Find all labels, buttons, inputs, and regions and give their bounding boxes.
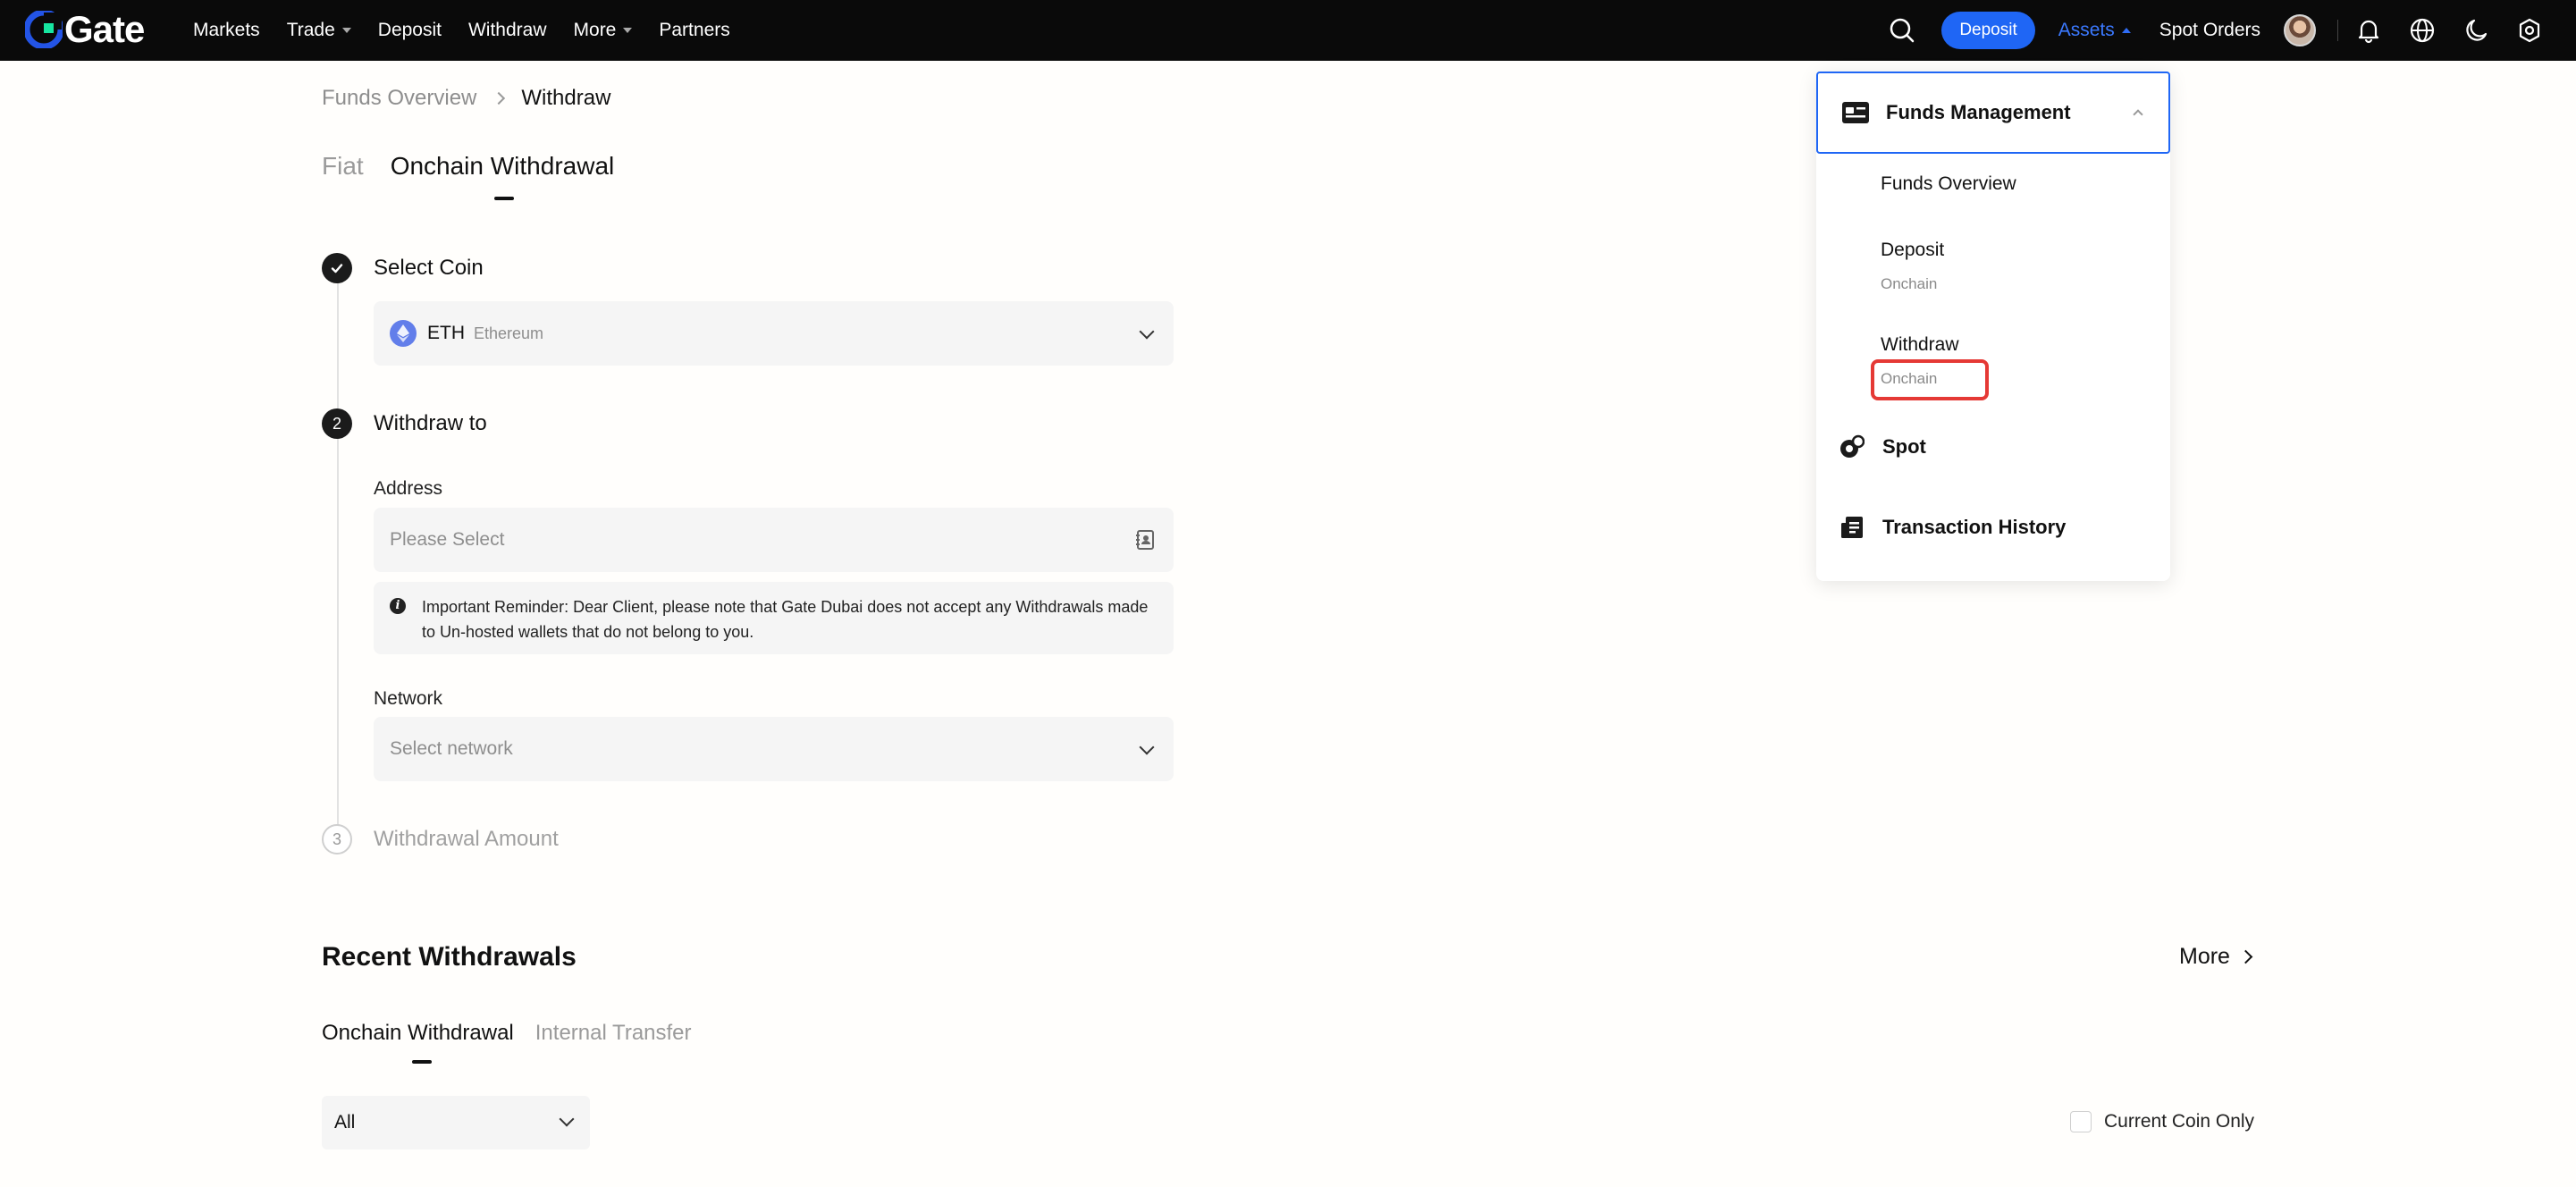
spot-coins-icon (1840, 434, 1865, 458)
recent-tabs: Onchain Withdrawal Internal Transfer (322, 1021, 692, 1046)
chevron-down-icon (1139, 324, 1155, 340)
tab-onchain-withdrawal[interactable]: Onchain Withdrawal (391, 152, 615, 181)
breadcrumb: Funds Overview Withdraw (322, 86, 610, 111)
chevron-down-icon (1139, 739, 1155, 755)
tab-internal-transfer[interactable]: Internal Transfer (535, 1021, 692, 1046)
nav-markets[interactable]: Markets (193, 20, 260, 41)
chevron-right-icon (2238, 949, 2253, 964)
network-label: Network (374, 688, 443, 709)
step-1-check-icon (322, 253, 352, 283)
nav-partners-label: Partners (659, 20, 730, 40)
logo-text: Gate (64, 8, 145, 50)
important-reminder: i Important Reminder: Dear Client, pleas… (374, 582, 1174, 654)
address-label: Address (374, 478, 443, 499)
assets-dropdown-panel: Funds Management Funds Overview Deposit … (1816, 72, 2170, 581)
moon-icon[interactable] (2462, 16, 2490, 45)
menu-withdraw[interactable]: Withdraw (1881, 334, 1959, 356)
spot-orders-link[interactable]: Spot Orders (2159, 20, 2260, 41)
tab-fiat[interactable]: Fiat (322, 152, 364, 181)
nav-more[interactable]: More (574, 20, 633, 41)
step-3-title: Withdrawal Amount (374, 827, 559, 851)
nav-deposit-label: Deposit (377, 20, 442, 40)
breadcrumb-funds-overview[interactable]: Funds Overview (322, 86, 476, 111)
menu-transaction-history[interactable]: Transaction History (1839, 515, 2066, 540)
caret-down-icon (341, 28, 351, 33)
step-1-title: Select Coin (374, 256, 484, 280)
step-2-number: 2 (322, 408, 352, 439)
menu-deposit-onchain[interactable]: Onchain (1881, 275, 1937, 293)
coin-name: Ethereum (474, 324, 544, 342)
funds-management-header[interactable]: Funds Management (1816, 72, 2170, 154)
coin-symbol: ETH (427, 323, 465, 343)
nav-withdraw[interactable]: Withdraw (468, 20, 547, 41)
more-link[interactable]: More (2179, 944, 2253, 970)
current-coin-only-checkbox[interactable] (2070, 1111, 2092, 1132)
nav-trade-label: Trade (286, 20, 335, 40)
main-nav: Markets Trade Deposit Withdraw More Part… (193, 0, 757, 61)
nav-deposit[interactable]: Deposit (378, 20, 442, 41)
step-3-number: 3 (322, 824, 352, 854)
address-select[interactable]: Please Select (374, 508, 1174, 572)
coin-select[interactable]: ETH Ethereum (374, 301, 1174, 366)
withdraw-onchain-highlight (1871, 359, 1989, 400)
more-label: More (2179, 944, 2230, 969)
settings-icon[interactable] (2515, 16, 2544, 45)
funds-management-label: Funds Management (1886, 101, 2071, 123)
assets-label: Assets (2058, 20, 2115, 40)
coin-filter-select[interactable]: All (322, 1096, 590, 1149)
chevron-right-icon (492, 91, 506, 105)
network-placeholder: Select network (390, 738, 513, 759)
caret-down-icon (623, 28, 633, 33)
avatar[interactable] (2284, 14, 2316, 46)
top-nav-bar: Gate Markets Trade Deposit Withdraw More… (0, 0, 2576, 61)
address-book-icon[interactable] (1134, 529, 1156, 555)
step-connector-line (337, 282, 339, 827)
current-coin-only-option: Current Coin Only (2070, 1111, 2254, 1132)
menu-spot[interactable]: Spot (1839, 434, 1926, 459)
current-coin-only-label[interactable]: Current Coin Only (2104, 1111, 2254, 1132)
nav-partners[interactable]: Partners (659, 20, 729, 41)
menu-transaction-history-label: Transaction History (1882, 516, 2067, 538)
gate-logo[interactable]: Gate (25, 8, 145, 50)
filter-value: All (334, 1112, 356, 1132)
gate-logo-icon (25, 11, 63, 48)
nav-trade[interactable]: Trade (287, 20, 351, 41)
nav-withdraw-label: Withdraw (467, 20, 547, 40)
step-2-title: Withdraw to (374, 411, 487, 435)
deposit-button[interactable]: Deposit (1941, 12, 2035, 49)
recent-active-tab-indicator (412, 1060, 432, 1064)
menu-funds-overview[interactable]: Funds Overview (1881, 173, 2016, 195)
nav-divider (2337, 20, 2338, 41)
active-tab-indicator (494, 197, 514, 200)
address-placeholder: Please Select (390, 529, 505, 550)
search-icon[interactable] (1888, 16, 1916, 45)
assets-menu[interactable]: Assets (2058, 20, 2131, 41)
ledger-icon (1841, 517, 1863, 538)
id-card-icon (1842, 102, 1869, 123)
reminder-text: Important Reminder: Dear Client, please … (422, 598, 1149, 641)
caret-up-icon (2121, 28, 2131, 33)
withdraw-type-tabs: Fiat Onchain Withdrawal (322, 152, 614, 181)
nav-right-group: Deposit Assets Spot Orders (1888, 0, 2576, 61)
network-select[interactable]: Select network (374, 717, 1174, 781)
breadcrumb-current: Withdraw (521, 86, 611, 110)
eth-coin-icon (390, 320, 417, 347)
menu-spot-label: Spot (1882, 435, 1926, 458)
recent-withdrawals-title: Recent Withdrawals (322, 942, 577, 972)
menu-deposit[interactable]: Deposit (1881, 240, 1944, 261)
bell-icon[interactable] (2354, 16, 2383, 45)
tab-recent-onchain[interactable]: Onchain Withdrawal (322, 1021, 514, 1046)
info-icon: i (390, 598, 406, 614)
globe-icon[interactable] (2408, 16, 2437, 45)
chevron-down-icon (559, 1111, 575, 1127)
nav-more-label: More (573, 20, 617, 40)
nav-markets-label: Markets (193, 20, 260, 40)
chevron-up-icon (2133, 109, 2143, 120)
